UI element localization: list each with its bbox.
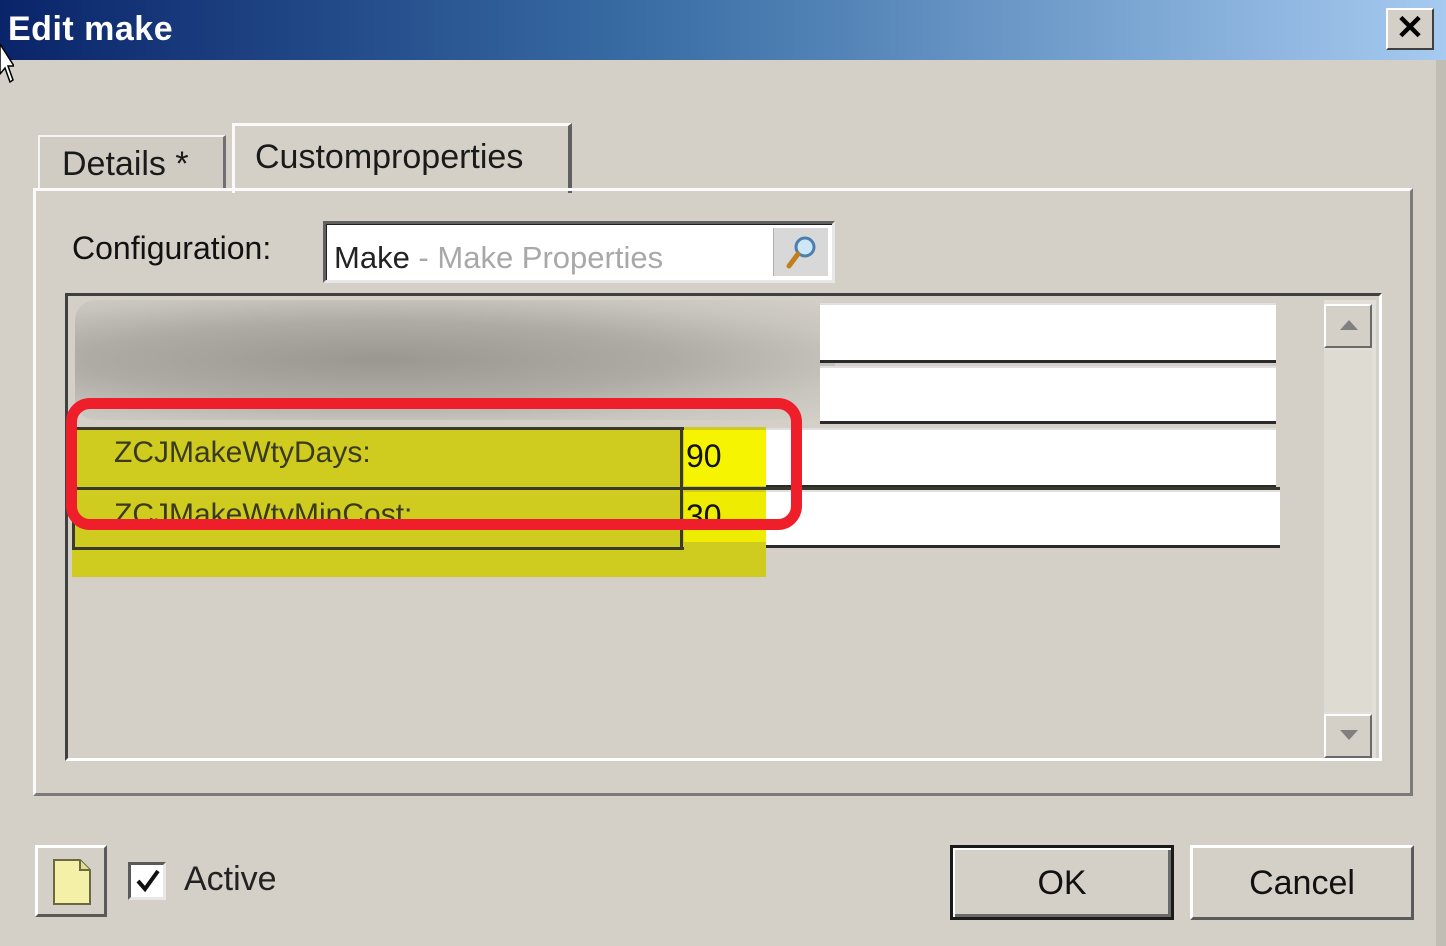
new-document-icon (53, 859, 91, 905)
scroll-track[interactable] (1324, 350, 1372, 712)
annotation-highlight-box (66, 398, 802, 530)
configuration-description: Make Properties (437, 240, 664, 275)
new-button[interactable] (35, 845, 107, 917)
configuration-field[interactable]: Make - Make Properties (323, 221, 835, 283)
cancel-button-label: Cancel (1249, 864, 1355, 902)
tab-customproperties-label: Customproperties (255, 138, 524, 176)
ok-button[interactable]: OK (950, 845, 1174, 920)
arrow-up-icon (1340, 320, 1358, 330)
arrow-down-icon (1340, 730, 1358, 740)
close-icon: ✕ (1395, 9, 1425, 47)
vertical-scrollbar[interactable] (1324, 300, 1376, 758)
configuration-code: Make (334, 240, 410, 275)
tab-details-label: Details * (62, 145, 189, 183)
grid-row-blank[interactable] (820, 366, 1276, 424)
scroll-down-button[interactable] (1324, 714, 1372, 758)
checkmark-icon (136, 869, 160, 893)
close-button[interactable]: ✕ (1386, 8, 1434, 50)
title-bar: Edit make (0, 0, 1446, 60)
magnifier-icon (786, 236, 816, 269)
configuration-lookup-button[interactable] (773, 228, 828, 276)
configuration-label: Configuration: (72, 230, 272, 266)
cancel-button[interactable]: Cancel (1190, 845, 1414, 920)
tab-customproperties[interactable]: Customproperties (232, 123, 572, 193)
ok-button-label: OK (1037, 864, 1087, 902)
configuration-separator: - (409, 240, 438, 275)
grid-line (72, 547, 684, 550)
dialog-right-border (1436, 60, 1446, 946)
active-label: Active (184, 860, 277, 898)
window-title: Edit make (8, 10, 174, 48)
mouse-cursor-icon (0, 44, 14, 84)
configuration-value: Make - Make Properties (334, 240, 663, 276)
scroll-up-button[interactable] (1324, 304, 1372, 348)
active-checkbox[interactable] (128, 862, 166, 900)
grid-row-blank[interactable] (820, 303, 1276, 363)
tab-details[interactable]: Details * (38, 135, 226, 190)
